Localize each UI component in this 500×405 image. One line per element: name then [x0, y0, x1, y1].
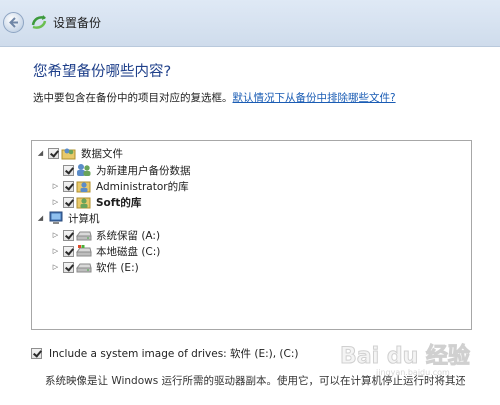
system-image-option[interactable]: Include a system image of drives: 软件 (E:…: [31, 346, 299, 361]
tree-item-label: 本地磁盘 (C:): [96, 245, 161, 258]
page-heading: 您希望备份哪些内容?: [33, 64, 172, 80]
expand-collapse-icon[interactable]: ◢: [36, 214, 45, 223]
checkbox[interactable]: [63, 180, 74, 192]
tree-item-soft-library[interactable]: ▷ Soft的库: [51, 194, 141, 210]
backup-items-tree[interactable]: ◢ 数据文件 为新建用户备份数据 ▷ Administrator的库 ▷ Sof…: [31, 140, 472, 330]
expand-collapse-icon[interactable]: ◢: [36, 149, 45, 158]
system-image-checkbox[interactable]: [31, 348, 42, 359]
drive-icon: [76, 231, 92, 241]
computer-icon: [49, 211, 63, 224]
tree-item-label: 数据文件: [81, 147, 123, 160]
user-library-icon: [76, 197, 91, 209]
checkbox[interactable]: [63, 261, 74, 273]
tree-item-new-users[interactable]: 为新建用户备份数据: [51, 162, 191, 178]
tree-item-admin-library[interactable]: ▷ Administrator的库: [51, 178, 189, 194]
expand-collapse-icon[interactable]: ▷: [51, 247, 60, 256]
instruction-text: 选中要包含在备份中的项目对应的复选框。默认情况下从备份中排除哪些文件?: [33, 90, 396, 105]
checkbox[interactable]: [48, 147, 59, 159]
checkbox[interactable]: [63, 245, 74, 257]
tree-item-computer[interactable]: ◢ 计算机: [36, 210, 100, 226]
excluded-files-link[interactable]: 默认情况下从备份中排除哪些文件?: [233, 92, 396, 104]
expand-collapse-icon[interactable]: ▷: [51, 263, 60, 272]
checkbox[interactable]: [63, 164, 74, 176]
tree-item-drive-a[interactable]: ▷ 系统保留 (A:): [51, 227, 160, 243]
windows-drive-icon: [76, 245, 92, 257]
users-icon: [77, 164, 91, 176]
tree-item-label: Soft的库: [96, 196, 142, 209]
expand-collapse-icon[interactable]: ▷: [51, 182, 60, 191]
watermark-text: Bai du 经验: [340, 344, 471, 370]
back-button[interactable]: [3, 12, 24, 33]
system-image-description: 系统映像是让 Windows 运行所需的驱动器副本。使用它，可以在计算机停止运行…: [45, 375, 465, 387]
checkbox[interactable]: [63, 196, 74, 208]
tree-item-label: 系统保留 (A:): [96, 229, 161, 242]
expand-collapse-icon[interactable]: ▷: [51, 198, 60, 207]
checkbox[interactable]: [63, 229, 74, 241]
backup-app-icon: [31, 15, 47, 29]
user-library-icon: [76, 181, 91, 193]
expand-collapse-icon[interactable]: ▷: [51, 231, 60, 240]
tree-item-label: 软件 (E:): [96, 261, 139, 274]
instruction-label: 选中要包含在备份中的项目对应的复选框。: [33, 92, 233, 104]
title-bar: 设置备份: [0, 0, 500, 47]
users-folder-icon: [61, 148, 76, 160]
system-image-label: Include a system image of drives: 软件 (E:…: [49, 348, 299, 360]
tree-item-drive-c[interactable]: ▷ 本地磁盘 (C:): [51, 243, 160, 259]
tree-item-label: 为新建用户备份数据: [96, 164, 191, 177]
tree-item-label: Administrator的库: [96, 180, 189, 193]
back-arrow-icon: [9, 17, 18, 28]
tree-item-label: 计算机: [68, 212, 100, 225]
drive-icon: [76, 263, 92, 273]
window-title: 设置备份: [53, 16, 102, 30]
tree-item-drive-e[interactable]: ▷ 软件 (E:): [51, 259, 139, 275]
tree-item-data-files[interactable]: ◢ 数据文件: [36, 145, 123, 161]
